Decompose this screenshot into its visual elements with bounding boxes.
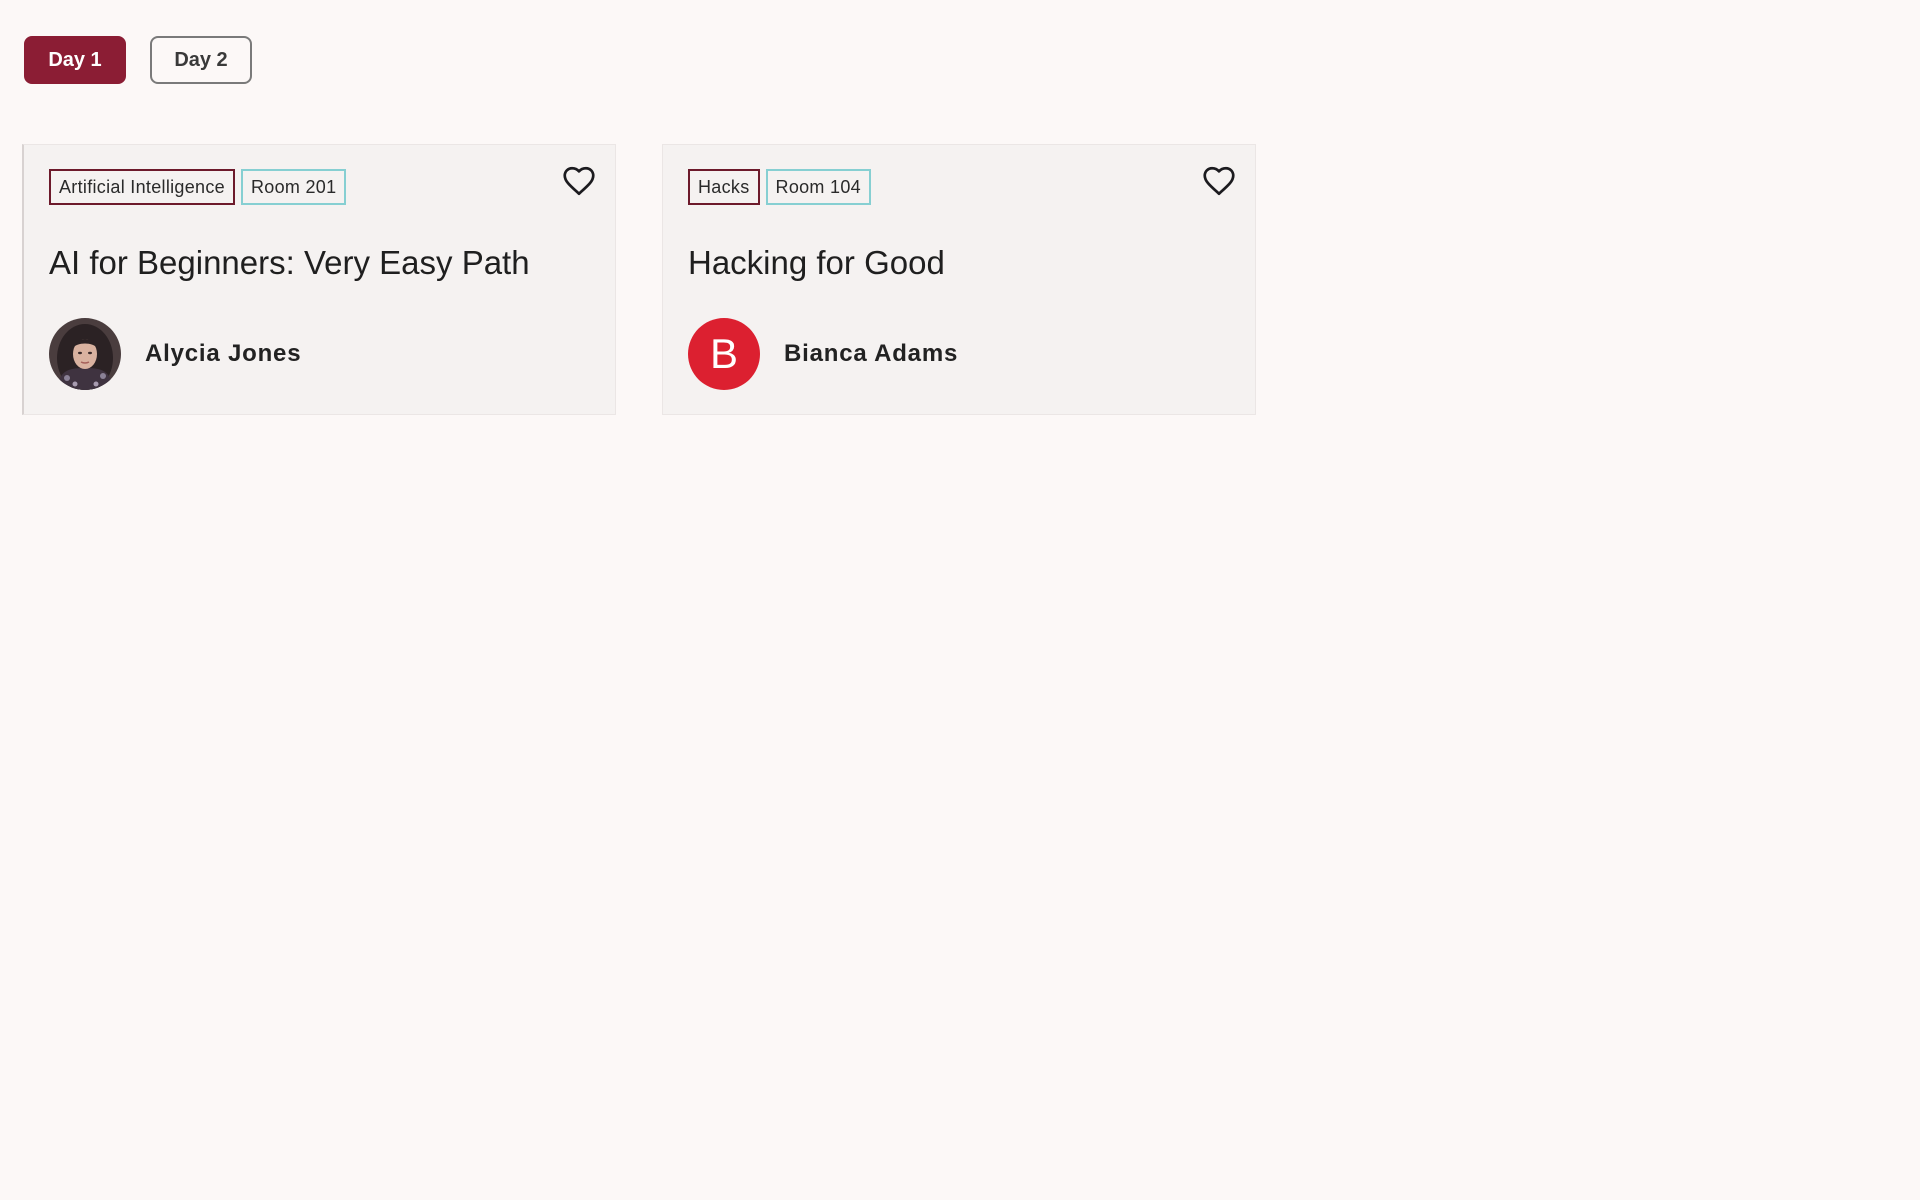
session-title: AI for Beginners: Very Easy Path xyxy=(49,244,530,281)
tab-day-2[interactable]: Day 2 xyxy=(150,36,252,84)
speaker-name: Bianca Adams xyxy=(784,340,959,367)
heart-outline-icon[interactable] xyxy=(561,163,597,199)
avatar xyxy=(49,318,121,390)
tab-day-1[interactable]: Day 1 xyxy=(24,36,126,84)
room-tag: Room 201 xyxy=(240,169,347,205)
speaker-name: Alycia Jones xyxy=(145,340,302,367)
speaker[interactable]: B Bianca Adams xyxy=(688,318,1231,390)
speaker[interactable]: Alycia Jones xyxy=(49,318,591,390)
heart-outline-icon[interactable] xyxy=(1201,163,1237,199)
session-card[interactable]: Artificial Intelligence Room 201 AI for … xyxy=(22,144,616,415)
session-card[interactable]: Hacks Room 104 Hacking for Good B Bianca… xyxy=(662,144,1256,415)
session-tags: Artificial Intelligence Room 201 xyxy=(49,169,591,205)
room-tag: Room 104 xyxy=(765,169,871,205)
day-tabs: Day 1 Day 2 xyxy=(24,36,252,84)
topic-tag: Artificial Intelligence xyxy=(49,169,235,205)
session-title: Hacking for Good xyxy=(688,244,945,281)
avatar: B xyxy=(688,318,760,390)
session-list: Artificial Intelligence Room 201 AI for … xyxy=(22,144,1256,415)
session-tags: Hacks Room 104 xyxy=(688,169,1231,205)
topic-tag: Hacks xyxy=(688,169,760,205)
